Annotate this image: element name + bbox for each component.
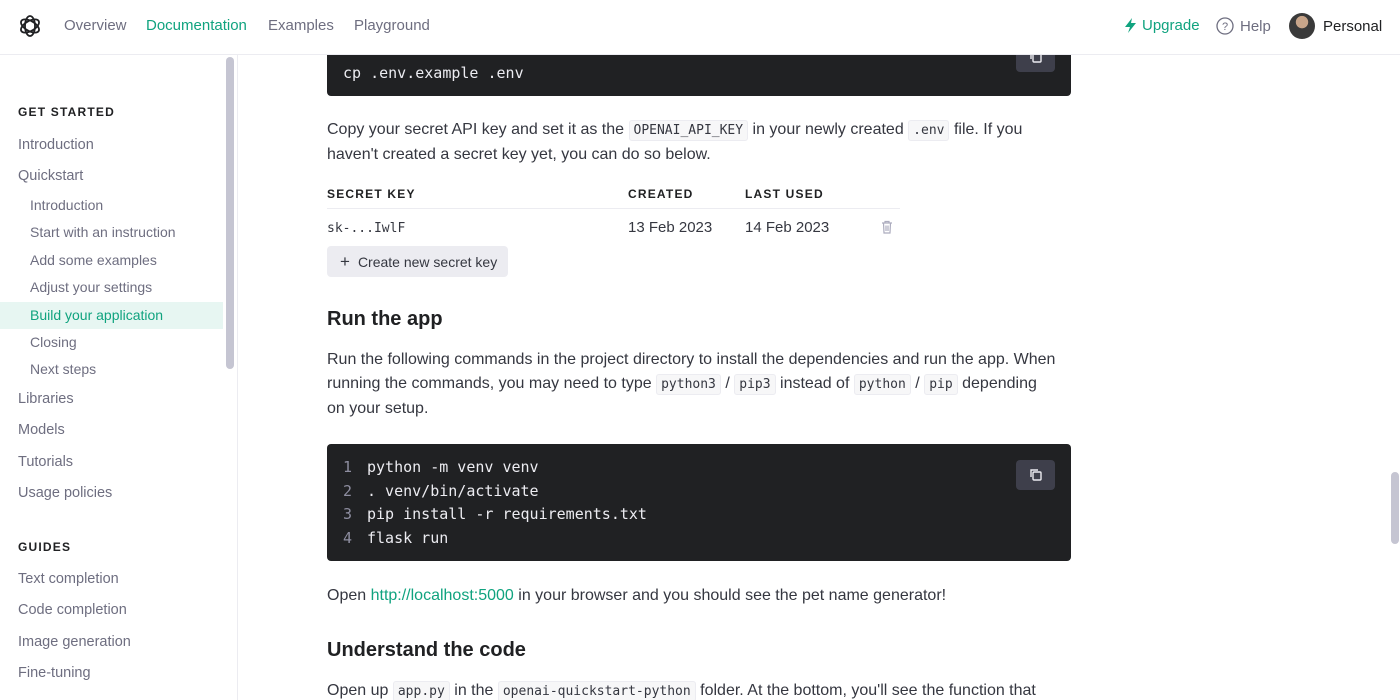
secret-key-paragraph: Copy your secret API key and set it as t… <box>327 118 1071 167</box>
sidebar-item-libraries[interactable]: Libraries <box>18 391 74 407</box>
text: haven't created a secret key yet, you ca… <box>327 146 711 163</box>
text: / <box>725 375 730 392</box>
sidebar-subitem-build-application[interactable]: Build your application <box>0 302 223 329</box>
inline-code-env: .env <box>908 120 950 141</box>
localhost-link[interactable]: http://localhost:5000 <box>371 587 514 604</box>
sidebar: GET STARTED Introduction Quickstart Intr… <box>0 55 238 700</box>
lightning-icon <box>1125 18 1136 33</box>
code-text: pip install -r requirements.txt <box>367 505 647 523</box>
help-circle-icon: ? <box>1216 17 1234 35</box>
sidebar-heading-guides: GUIDES <box>18 540 72 554</box>
text: in the <box>454 682 494 699</box>
main-scrollbar[interactable] <box>1391 472 1399 544</box>
inline-code-pip: pip <box>924 374 958 395</box>
sidebar-scrollbar[interactable] <box>226 57 234 369</box>
create-secret-key-label: Create new secret key <box>357 253 498 270</box>
inline-code-app-py: app.py <box>392 681 450 700</box>
trash-icon[interactable] <box>881 220 893 234</box>
created-date: 13 Feb 2023 <box>628 219 713 236</box>
inline-code-openai-api-key: OPENAI_API_KEY <box>628 120 749 141</box>
run-paragraph: Run the following commands in the projec… <box>327 348 1071 421</box>
text: Open up <box>327 682 389 699</box>
code-text: . venv/bin/activate <box>367 482 539 500</box>
code-text: python -m venv venv <box>367 458 539 476</box>
copy-icon <box>1029 469 1042 481</box>
help-link[interactable]: ? Help <box>1216 17 1271 35</box>
sidebar-item-quickstart[interactable]: Quickstart <box>18 168 83 184</box>
text: / <box>915 375 920 392</box>
create-secret-key-button[interactable]: + Create new secret key <box>327 246 508 277</box>
heading-understand-the-code: Understand the code <box>327 639 526 661</box>
avatar <box>1289 13 1315 39</box>
sidebar-subitem-next-steps[interactable]: Next steps <box>0 356 223 383</box>
sidebar-item-code-completion[interactable]: Code completion <box>18 602 127 618</box>
top-navigation: Overview Documentation Examples Playgrou… <box>0 0 1400 55</box>
sidebar-subitem-closing[interactable]: Closing <box>0 329 223 356</box>
nav-examples[interactable]: Examples <box>268 17 334 34</box>
table-divider <box>327 208 900 209</box>
nav-playground[interactable]: Playground <box>354 17 430 34</box>
code-line: 4 flask run <box>343 529 448 547</box>
text: Copy your secret API key and set it as t… <box>327 121 625 138</box>
line-number: 1 <box>343 458 353 476</box>
inline-code-python: python <box>853 374 911 395</box>
sidebar-item-models[interactable]: Models <box>18 422 65 438</box>
text: running the commands, you may need to ty… <box>327 375 652 392</box>
run-code-block: 1 python -m venv venv 2 . venv/bin/activ… <box>327 444 1071 561</box>
text: Run the following commands in the projec… <box>327 351 1056 368</box>
sidebar-item-introduction[interactable]: Introduction <box>18 137 94 153</box>
sidebar-item-usage-policies[interactable]: Usage policies <box>18 485 112 501</box>
sidebar-item-image-generation[interactable]: Image generation <box>18 634 131 650</box>
account-menu[interactable]: Personal <box>1289 13 1382 39</box>
sidebar-item-fine-tuning[interactable]: Fine-tuning <box>18 665 91 681</box>
line-number: 4 <box>343 529 353 547</box>
text: in your newly created <box>752 121 904 138</box>
text: Open <box>327 587 367 604</box>
inline-code-pip3: pip3 <box>734 374 776 395</box>
text: on your setup. <box>327 400 429 417</box>
sidebar-subitem-adjust-settings[interactable]: Adjust your settings <box>0 274 223 301</box>
text: file. If you <box>953 121 1023 138</box>
last-used-date: 14 Feb 2023 <box>745 219 830 236</box>
code-line: 1 python -m venv venv <box>343 458 539 476</box>
code-line: cp .env.example .env <box>343 64 524 82</box>
sidebar-subitem-start-with-instruction[interactable]: Start with an instruction <box>0 219 223 246</box>
heading-run-the-app: Run the app <box>327 308 443 330</box>
nav-documentation[interactable]: Documentation <box>146 17 247 34</box>
text: in your browser and you should see the p… <box>518 587 947 604</box>
plus-icon: + <box>340 252 350 271</box>
sidebar-subitem-add-examples[interactable]: Add some examples <box>0 247 223 274</box>
secret-key-value: sk-...IwlF <box>327 221 406 236</box>
open-browser-paragraph: Open http://localhost:5000 in your brows… <box>327 584 1071 608</box>
sidebar-subitem-introduction[interactable]: Introduction <box>0 192 223 219</box>
openai-logo-icon[interactable] <box>17 13 43 39</box>
nav-overview[interactable]: Overview <box>64 17 127 34</box>
understand-paragraph: Open up app.py in the openai-quickstart-… <box>327 679 1071 700</box>
line-number: 3 <box>343 505 353 523</box>
text: instead of <box>780 375 850 392</box>
sidebar-item-tutorials[interactable]: Tutorials <box>18 454 73 470</box>
sidebar-item-text-completion[interactable]: Text completion <box>18 571 119 587</box>
svg-text:?: ? <box>1222 21 1228 33</box>
code-line: 3 pip install -r requirements.txt <box>343 505 647 523</box>
text: depending <box>962 375 1037 392</box>
code-line: 2 . venv/bin/activate <box>343 482 539 500</box>
text: folder. At the bottom, you'll see the fu… <box>700 682 1036 699</box>
help-label: Help <box>1240 17 1271 35</box>
line-number: 2 <box>343 482 353 500</box>
sidebar-heading-get-started: GET STARTED <box>18 105 115 119</box>
column-header-last-used: LAST USED <box>745 187 824 201</box>
inline-code-quickstart-folder: openai-quickstart-python <box>497 681 696 700</box>
copy-button[interactable] <box>1016 460 1055 490</box>
upgrade-label: Upgrade <box>1142 17 1200 34</box>
inline-code-python3: python3 <box>656 374 721 395</box>
column-header-created: CREATED <box>628 187 694 201</box>
code-text: flask run <box>367 529 449 547</box>
upgrade-link[interactable]: Upgrade <box>1125 17 1200 34</box>
account-name: Personal <box>1323 17 1383 35</box>
column-header-secret-key: SECRET KEY <box>327 187 416 201</box>
